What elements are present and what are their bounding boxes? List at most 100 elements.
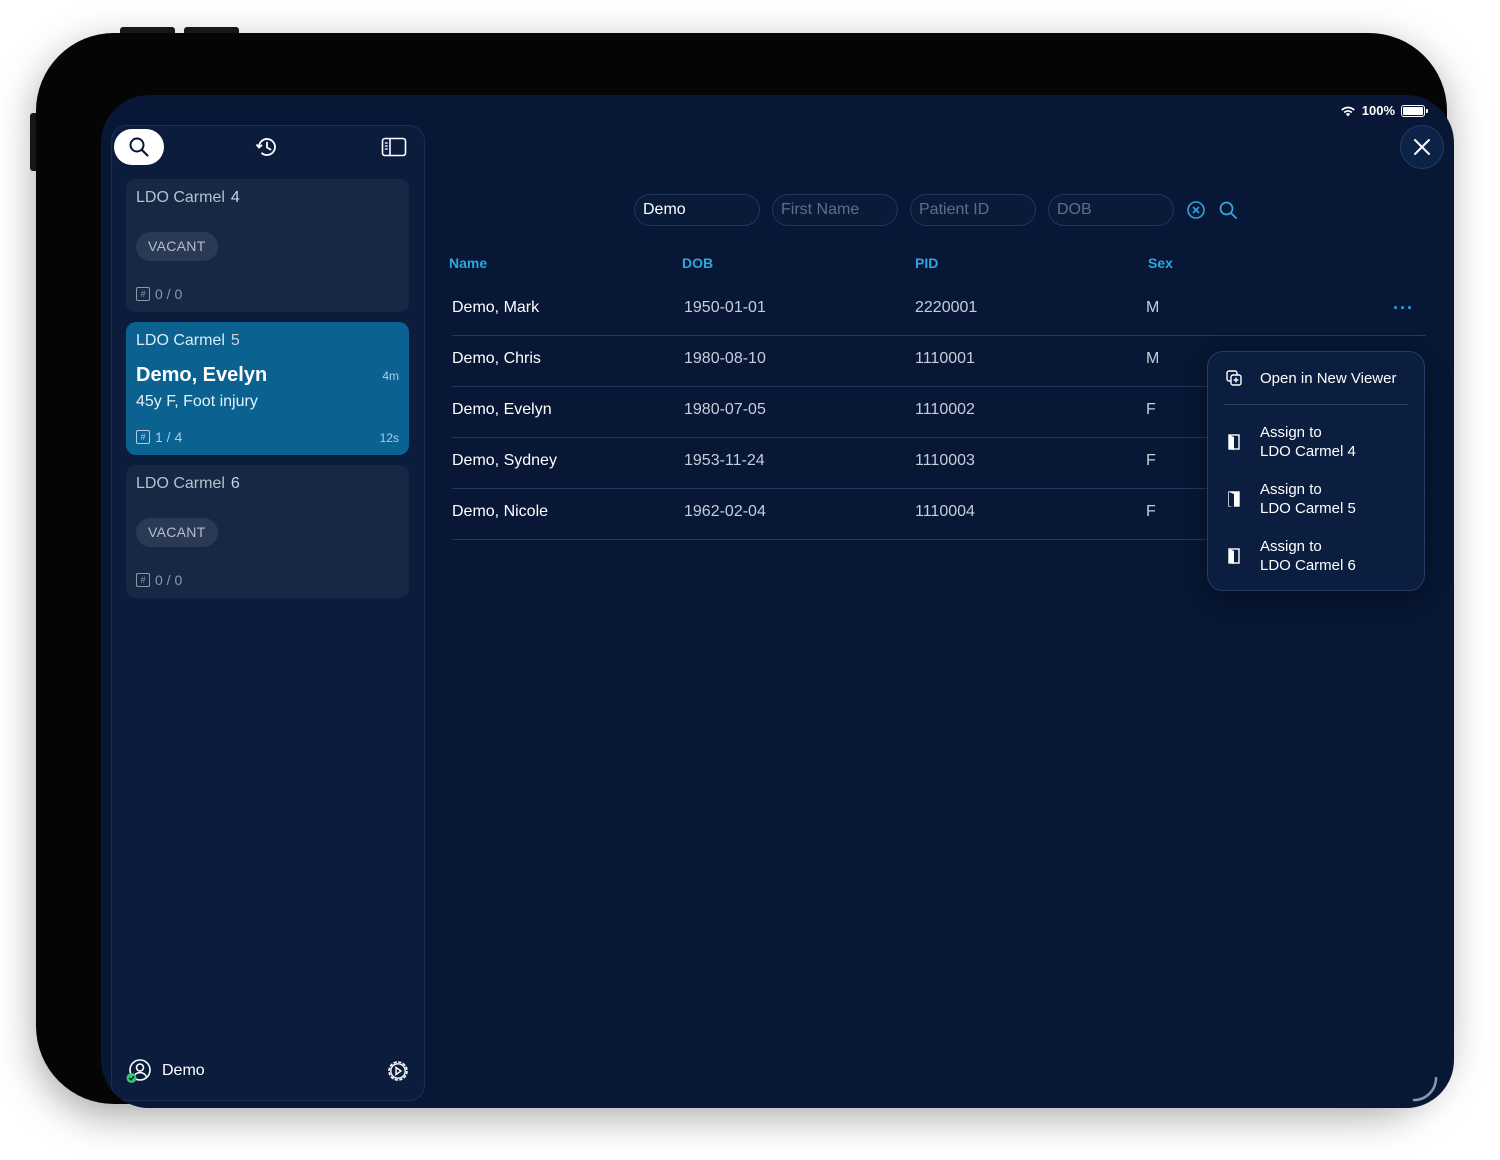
column-header-pid[interactable]: PID xyxy=(915,255,938,271)
assign-to-ldo-carmel-4-item[interactable]: Assign to LDO Carmel 4 xyxy=(1208,422,1424,462)
table-row[interactable]: Demo, Mark 1950-01-01 2220001 M ··· xyxy=(452,284,1426,336)
cell-name: Demo, Nicole xyxy=(452,503,549,520)
history-icon xyxy=(255,138,276,156)
assign-to-ldo-carmel-5-item[interactable]: Assign to LDO Carmel 5 xyxy=(1208,479,1424,519)
bed-name: LDO Carmel xyxy=(136,475,225,492)
cell-dob: 1950-01-01 xyxy=(684,299,766,316)
study-count: #0 / 0 xyxy=(136,572,182,588)
study-count-value: 0 / 0 xyxy=(155,286,183,302)
clear-search-icon[interactable] xyxy=(1186,200,1206,220)
cell-pid: 1110003 xyxy=(915,452,975,469)
cell-name: Demo, Mark xyxy=(452,299,540,316)
wifi-icon xyxy=(1340,106,1355,116)
assign-label: Assign to LDO Carmel 5 xyxy=(1260,480,1356,518)
screen: 100% LDO Carmel 4 VACANT # 0 / 0 LDO Car… xyxy=(101,95,1454,1108)
dob-field[interactable] xyxy=(1048,194,1174,226)
bed-name: LDO Carmel xyxy=(136,189,225,206)
bed-number: 4 xyxy=(230,189,240,206)
search-submit-icon[interactable] xyxy=(1218,200,1238,220)
assign-label-line2: LDO Carmel 4 xyxy=(1260,443,1356,460)
tablet-frame: 100% LDO Carmel 4 VACANT # 0 / 0 LDO Car… xyxy=(36,33,1454,1108)
cell-sex: F xyxy=(1146,503,1156,520)
cell-dob: 1953-11-24 xyxy=(684,452,765,469)
cell-sex: F xyxy=(1146,401,1156,418)
vacant-badge: VACANT xyxy=(136,518,218,547)
study-count-value: 1 / 4 xyxy=(155,429,183,445)
cell-dob: 1980-08-10 xyxy=(684,350,766,367)
row-context-menu: Open in New Viewer Assign to LDO Carmel 4… xyxy=(1207,351,1425,591)
cell-dob: 1980-07-05 xyxy=(684,401,766,418)
bed-number: 6 xyxy=(230,475,240,492)
sidebar-toolbar xyxy=(112,126,424,176)
open-in-new-viewer-item[interactable]: Open in New Viewer xyxy=(1208,366,1424,390)
study-count-value: 0 / 0 xyxy=(155,572,183,588)
door-filled-icon xyxy=(1208,490,1260,508)
cell-name: Demo, Sydney xyxy=(452,452,557,469)
assign-label-line2: LDO Carmel 5 xyxy=(1260,500,1356,517)
hash-icon: # xyxy=(136,287,150,301)
cell-name: Demo, Chris xyxy=(452,350,541,367)
sidebar-footer: Demo xyxy=(126,1056,410,1086)
column-header-dob[interactable]: DOB xyxy=(682,255,713,271)
patient-info: 45y F, Foot injury xyxy=(136,393,258,410)
last-name-field[interactable] xyxy=(634,194,760,226)
bed-title: LDO Carmel 6 xyxy=(136,475,240,493)
hash-icon: # xyxy=(136,430,150,444)
study-count: #1 / 4 xyxy=(136,429,182,445)
cell-pid: 1110004 xyxy=(915,503,975,520)
battery-percent: 100% xyxy=(1361,103,1395,118)
status-bar: 100% xyxy=(1340,103,1428,118)
first-name-field[interactable] xyxy=(772,194,898,226)
bed-card-ldo-carmel-5[interactable]: LDO Carmel 5 Demo, Evelyn 4m 45y F, Foot … xyxy=(126,322,409,455)
cell-name: Demo, Evelyn xyxy=(452,401,552,418)
time-admitted: 4m xyxy=(382,369,399,383)
hash-icon: # xyxy=(136,573,150,587)
bed-card-ldo-carmel-6[interactable]: LDO Carmel 6 VACANT #0 / 0 xyxy=(126,465,409,598)
battery-icon xyxy=(1401,104,1425,117)
search-icon xyxy=(129,137,149,157)
time-updated: 12s xyxy=(379,431,399,445)
assign-label: Assign to LDO Carmel 4 xyxy=(1260,423,1356,461)
assign-label-line1: Assign to xyxy=(1260,424,1322,441)
door-icon xyxy=(1208,547,1260,565)
menu-divider xyxy=(1224,404,1408,405)
user-name: Demo xyxy=(162,1062,205,1079)
door-icon xyxy=(1208,433,1260,451)
cell-sex: M xyxy=(1146,299,1160,316)
battery-tip xyxy=(1426,108,1428,113)
close-button[interactable] xyxy=(1400,125,1444,169)
vacant-badge: VACANT xyxy=(136,232,218,261)
cell-pid: 2220001 xyxy=(915,299,978,316)
sidebar-icon xyxy=(381,137,407,157)
column-header-sex[interactable]: Sex xyxy=(1148,255,1173,271)
open-in-new-viewer-label: Open in New Viewer xyxy=(1260,369,1397,387)
bed-card-ldo-carmel-4[interactable]: LDO Carmel 4 VACANT #0 / 0 xyxy=(126,179,409,312)
patient-search-bar xyxy=(634,194,1250,226)
new-viewer-icon xyxy=(1208,369,1260,387)
cell-pid: 1110002 xyxy=(915,401,975,418)
assign-label: Assign to LDO Carmel 6 xyxy=(1260,537,1356,575)
patient-id-field[interactable] xyxy=(910,194,1036,226)
bed-name: LDO Carmel xyxy=(136,332,225,349)
study-count: #0 / 0 xyxy=(136,286,182,302)
cell-pid: 1110001 xyxy=(915,350,975,367)
assign-label-line1: Assign to xyxy=(1260,481,1322,498)
history-button[interactable] xyxy=(254,134,280,160)
user-avatar-icon[interactable] xyxy=(126,1058,152,1084)
resize-corner-icon xyxy=(1412,1076,1438,1102)
cell-sex: M xyxy=(1146,350,1160,367)
toggle-sidebar-button[interactable] xyxy=(381,134,407,160)
settings-gear-icon[interactable] xyxy=(386,1059,410,1083)
assign-label-line1: Assign to xyxy=(1260,538,1322,555)
search-button[interactable] xyxy=(114,129,164,165)
patient-name: Demo, Evelyn xyxy=(136,364,268,386)
bed-title: LDO Carmel 5 xyxy=(136,332,240,350)
assign-to-ldo-carmel-6-item[interactable]: Assign to LDO Carmel 6 xyxy=(1208,536,1424,576)
bed-title: LDO Carmel 4 xyxy=(136,189,240,207)
more-options-button[interactable]: ··· xyxy=(1393,298,1414,319)
bed-number: 5 xyxy=(230,332,240,349)
close-icon xyxy=(1414,139,1430,155)
column-header-name[interactable]: Name xyxy=(449,255,487,271)
cell-sex: F xyxy=(1146,452,1156,469)
assign-label-line2: LDO Carmel 6 xyxy=(1260,557,1356,574)
